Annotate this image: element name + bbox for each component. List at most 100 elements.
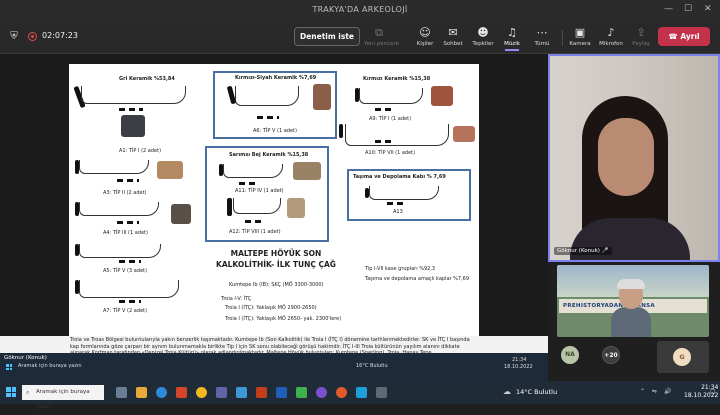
firefox-icon[interactable] xyxy=(336,387,347,398)
participant-tile-g[interactable]: G xyxy=(657,341,709,373)
scale-bar xyxy=(387,202,407,205)
tray-chevron-icon[interactable]: ⌃ xyxy=(640,388,645,395)
request-control-button[interactable]: Denetim iste xyxy=(294,27,360,46)
scale-bar xyxy=(257,116,279,119)
word-icon[interactable] xyxy=(276,387,287,398)
close-icon[interactable]: ✕ xyxy=(704,4,712,14)
inner-date: 18.10.2022 xyxy=(504,364,533,370)
scale-bar xyxy=(245,220,265,223)
speaker-face xyxy=(598,118,654,196)
camera-button[interactable]: ▣ Kamera xyxy=(565,26,595,47)
maximize-icon[interactable]: ☐ xyxy=(684,4,692,14)
presentation-slide: Gri Keramik %53,84 A1: TİP I (2 adet) A3… xyxy=(69,64,479,336)
reactions-button[interactable]: ☻ Tepkiler xyxy=(468,26,498,47)
pottery-drawing xyxy=(233,198,281,214)
label-gri-keramik: Gri Keramik %53,84 xyxy=(119,76,175,82)
inner-time: 21:34 xyxy=(512,357,527,363)
file-explorer-icon[interactable] xyxy=(136,387,147,398)
pottery-drawing xyxy=(79,202,159,216)
pottery-drawing xyxy=(223,164,283,178)
chronology-troia-range: Troia I-V: İTÇ xyxy=(221,296,252,302)
chrome-icon[interactable] xyxy=(196,387,207,398)
more-button[interactable]: ⋯ Tümü xyxy=(527,26,557,47)
more-participants-badge[interactable]: +20 xyxy=(602,346,620,364)
office-icon[interactable] xyxy=(176,387,187,398)
meeting-toolbar: ⛨ 02:07:23 Denetim iste ⧉ Yeni pencere ☺… xyxy=(0,22,720,54)
slide-title: MALTEPE HÖYÜK SON KALKOLİTHİK- İLK TUNÇ … xyxy=(216,249,336,269)
shield-icon[interactable]: ⛨ xyxy=(8,31,20,43)
powerpoint-icon[interactable] xyxy=(256,387,267,398)
scale-bar xyxy=(119,300,141,303)
music-button[interactable]: ♫ Müzik xyxy=(497,26,527,51)
label-a7: A7: TİP V (2 adet) xyxy=(103,308,147,314)
pottery-profile xyxy=(227,198,232,216)
excel-icon[interactable] xyxy=(296,387,307,398)
sherd-photo xyxy=(453,126,475,142)
windows-taskbar: Aramak için buraya yazın ⌕ ☁ 14°C Bulutl… xyxy=(0,381,720,410)
chat-icon: ✉ xyxy=(448,26,458,39)
microphone-button[interactable]: ♪ Mikrofon xyxy=(596,26,626,47)
scale-bar xyxy=(117,179,139,182)
volume-icon[interactable]: 🔊 xyxy=(664,388,671,395)
sherd-photo xyxy=(157,161,183,179)
taskbar-search-input[interactable]: Aramak için buraya yazın xyxy=(22,385,104,410)
leave-button[interactable]: ☎ Ayrıl xyxy=(658,27,710,46)
settings-icon[interactable] xyxy=(376,387,387,398)
task-view-icon[interactable] xyxy=(116,387,127,398)
microphone-icon: ♪ xyxy=(607,26,615,39)
teams-icon[interactable] xyxy=(216,387,227,398)
label-a4: A4: TİP III (1 adet) xyxy=(103,230,148,236)
pottery-drawing xyxy=(79,280,179,298)
label-kirmizi-keramik: Kırmızı Keramik %15,38 xyxy=(363,76,431,82)
edge-icon[interactable] xyxy=(156,387,167,398)
share-button[interactable]: ⇪ Paylaş xyxy=(626,26,656,47)
toolbar-divider xyxy=(562,30,563,46)
recording-icon xyxy=(28,32,37,41)
new-window-icon: ⧉ xyxy=(375,26,383,39)
new-window-button[interactable]: ⧉ Yeni pencere xyxy=(364,26,399,47)
pottery-drawing xyxy=(81,86,186,104)
music-icon: ♫ xyxy=(507,26,517,39)
scale-bar xyxy=(117,221,139,224)
mail-icon[interactable] xyxy=(236,387,247,398)
speaker-video-tile[interactable]: Göknur (Konuk) 🎤 xyxy=(548,54,720,262)
people-button[interactable]: ☺ Kişiler xyxy=(410,26,440,47)
storage-ratio: Taşıma ve depolama amaçlı kaplar %7,69 xyxy=(365,276,470,282)
label-a5: A5: TİP V (3 adet) xyxy=(103,268,147,274)
sherd-photo xyxy=(313,84,331,110)
label-a1: A1: TİP I (2 adet) xyxy=(119,148,162,154)
minimize-icon[interactable]: — xyxy=(664,4,673,14)
taskbar-weather[interactable]: 14°C Bulutlu xyxy=(516,388,557,396)
pottery-drawing xyxy=(79,244,161,258)
pottery-drawing xyxy=(235,86,299,106)
shared-screen-taskbar: Göknur (Konuk) Aramak için buraya yazın … xyxy=(0,353,548,381)
share-icon: ⇪ xyxy=(636,26,646,39)
network-icon[interactable]: ⇋ xyxy=(652,388,657,395)
notification-icon[interactable]: ▢ xyxy=(710,388,716,395)
label-a6: A6: TİP V (1 adet) xyxy=(253,128,297,134)
sherd-photo xyxy=(121,115,145,137)
stage-presenter-name: Göknur (Konuk) xyxy=(4,355,47,361)
pottery-drawing xyxy=(369,186,439,200)
sherd-photo xyxy=(171,204,191,224)
participant-video-tile[interactable]: PREHISTORYADAN BİZANSA xyxy=(557,265,709,337)
phone-icon: ☎ xyxy=(668,32,681,41)
speaker-name-tag: Göknur (Konuk) 🎤 xyxy=(554,247,612,255)
chronology-kumtepe: Kumtepe Ib (IB): SKÇ (MÖ 3300-3000) xyxy=(229,282,324,288)
pottery-profile xyxy=(339,124,343,138)
chronology-troia-1: Troia I (İTÇ): Yaklaşık MÖ 2900-2650) xyxy=(225,305,317,311)
store-icon[interactable] xyxy=(356,387,367,398)
scale-bar xyxy=(375,140,395,143)
app-icon[interactable] xyxy=(316,387,327,398)
label-a9: A9: TİP I (1 adet) xyxy=(369,116,412,122)
label-a12: A12: TİP VIII (1 adet) xyxy=(229,229,281,235)
avatar-na[interactable]: NA xyxy=(561,346,579,364)
inner-search-text: Aramak için buraya yazın xyxy=(18,363,82,369)
chat-button[interactable]: ✉ Sohbet xyxy=(438,26,468,47)
scale-bar xyxy=(119,260,141,263)
scale-bar xyxy=(239,182,259,185)
meeting-timer: 02:07:23 xyxy=(42,31,78,40)
windows-start-icon[interactable] xyxy=(6,387,16,397)
more-icon: ⋯ xyxy=(536,26,548,39)
inner-start-icon xyxy=(6,364,12,370)
